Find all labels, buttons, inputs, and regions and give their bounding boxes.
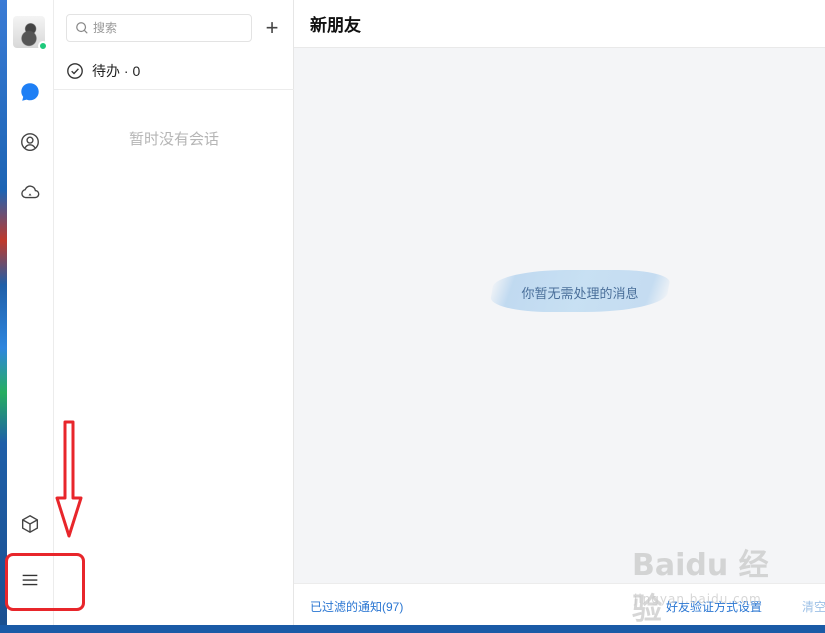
- online-status-dot: [38, 41, 48, 51]
- filtered-notices-link[interactable]: 已过滤的通知(97): [310, 598, 403, 615]
- avatar[interactable]: [13, 16, 48, 51]
- watermark-text: Baidu 经验: [632, 548, 769, 627]
- desktop-taskbar: [0, 625, 825, 633]
- watermark-subtext: jingyan.baidu.com: [634, 592, 762, 606]
- app-window: + 待办 · 0 暂时没有会话 新朋友 你暂无需处理的消息 已过滤的通知(97)…: [7, 0, 825, 625]
- main-panel: 新朋友 你暂无需处理的消息 已过滤的通知(97) 好友验证方式设置 清空: [294, 0, 825, 625]
- watermark-logo: Baidu 经验 jingyan.baidu.com: [632, 540, 782, 627]
- desktop-background: [0, 0, 7, 633]
- todo-label: 待办 · 0: [92, 62, 141, 79]
- empty-state: 你暂无需处理的消息: [488, 268, 672, 314]
- empty-message: 你暂无需处理的消息: [521, 286, 639, 301]
- clear-button[interactable]: 清空: [802, 598, 825, 615]
- cloud-icon[interactable]: [19, 181, 41, 203]
- annotation-arrow-icon: [55, 420, 83, 538]
- apps-cube-icon[interactable]: [19, 513, 41, 535]
- nav-rail: [7, 0, 54, 625]
- session-list-panel: + 待办 · 0 暂时没有会话: [54, 0, 294, 625]
- contacts-icon[interactable]: [19, 131, 41, 153]
- main-header: 新朋友: [294, 0, 825, 48]
- add-button[interactable]: +: [260, 16, 284, 40]
- annotation-highlight-box: [5, 553, 85, 611]
- search-icon: [76, 22, 88, 34]
- message-icon[interactable]: [19, 81, 41, 103]
- page-title: 新朋友: [310, 16, 361, 35]
- session-empty-text: 暂时没有会话: [128, 131, 219, 148]
- search-box[interactable]: [66, 14, 252, 42]
- search-input[interactable]: [93, 21, 243, 35]
- check-circle-icon: [67, 62, 83, 79]
- todo-item[interactable]: 待办 · 0: [54, 52, 294, 90]
